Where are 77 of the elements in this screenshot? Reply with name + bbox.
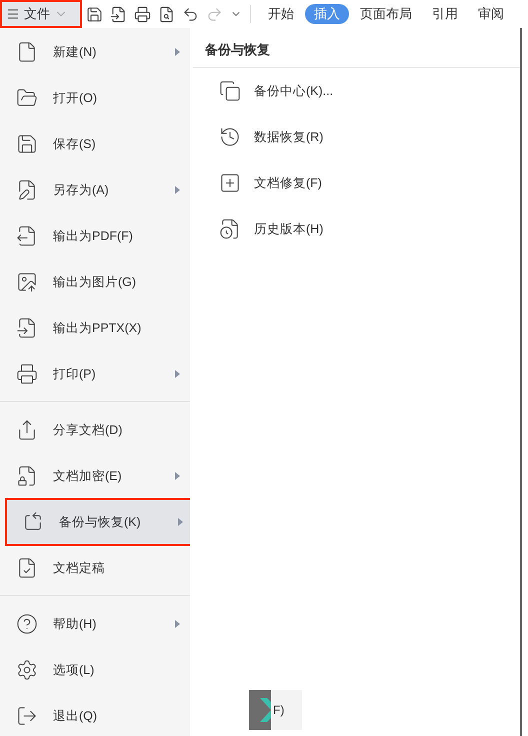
menu-item-label: 输出为PPTX(X) (53, 320, 142, 337)
menu-item[interactable]: 保存(S) (0, 121, 190, 167)
submenu-item[interactable]: 历史版本(H) (193, 206, 520, 252)
menu-item[interactable]: 打开(O) (0, 75, 190, 121)
submenu-item-label: 文档修复(F) (254, 174, 322, 192)
menu-item-label: 文档定稿 (53, 560, 106, 577)
menu-icon (6, 7, 20, 21)
background-text: F) (271, 690, 302, 730)
ribbon-tab[interactable]: 开始 (259, 4, 303, 24)
submenu-arrow-icon (175, 620, 180, 628)
save-icon (16, 133, 38, 155)
menu-item[interactable]: 输出为PPTX(X) (0, 305, 190, 351)
save-icon[interactable] (86, 6, 103, 22)
ribbon-tab[interactable]: 页面布局 (351, 4, 421, 24)
history-icon (219, 126, 241, 148)
ribbon-tab[interactable]: 审阅 (469, 4, 513, 24)
file-icon (16, 41, 38, 63)
menu-item[interactable]: 新建(N) (0, 29, 190, 75)
submenu-item-label: 数据恢复(R) (254, 128, 324, 146)
settings-icon (16, 659, 38, 681)
submenu-item[interactable]: 备份中心(K)... (193, 68, 520, 114)
submenu-arrow-icon (175, 48, 180, 56)
menu-item[interactable]: 输出为图片(G) (0, 259, 190, 305)
menu-item-label: 选项(L) (53, 662, 96, 679)
menu-item[interactable]: 打印(P) (0, 351, 190, 397)
export-icon[interactable] (110, 6, 127, 22)
menu-item[interactable]: 退出(Q) (0, 693, 190, 736)
submenu-title: 备份与恢复 (193, 33, 520, 68)
pdf-export-icon (16, 225, 38, 247)
menu-item[interactable]: 文档定稿 (0, 545, 190, 591)
submenu-arrow-icon (175, 370, 180, 378)
menu-item-label: 另存为(A) (53, 182, 110, 199)
menu-item-label: 备份与恢复(K) (59, 514, 142, 531)
menu-item[interactable]: 输出为PDF(F) (0, 213, 190, 259)
image-export-icon (16, 271, 38, 293)
file-lock-icon (16, 465, 38, 487)
backup-icon (219, 80, 241, 102)
folder-icon (16, 87, 38, 109)
help-icon (16, 613, 38, 635)
restore-icon (22, 511, 44, 533)
menu-item[interactable]: 文档加密(E) (0, 453, 190, 499)
submenu-item[interactable]: 文档修复(F) (193, 160, 520, 206)
repair-icon (219, 172, 241, 194)
ribbon-tab[interactable]: 引用 (423, 4, 467, 24)
menu-item-label: 文档加密(E) (53, 468, 123, 485)
share-icon (16, 419, 38, 441)
submenu-arrow-icon (178, 518, 183, 526)
submenu-item-label: 备份中心(K)... (254, 82, 334, 100)
menu-item[interactable]: 帮助(H) (0, 601, 190, 647)
menu-item-label: 保存(S) (53, 136, 97, 153)
file-export-icon (16, 317, 38, 339)
exit-icon (16, 705, 38, 727)
file-check-icon (16, 557, 38, 579)
menu-item-label: 打印(P) (53, 366, 97, 383)
submenu-item[interactable]: 数据恢复(R) (193, 114, 520, 160)
menu-item-label: 分享文档(D) (53, 422, 124, 439)
print-icon[interactable] (134, 6, 151, 22)
submenu-arrow-icon (175, 186, 180, 194)
menu-item[interactable]: 备份与恢复(K) (6, 499, 193, 545)
print-icon (16, 363, 38, 385)
menu-item-label: 输出为图片(G) (53, 274, 138, 291)
submenu-arrow-icon (175, 472, 180, 480)
file-clock-icon (219, 218, 241, 240)
submenu-item-label: 历史版本(H) (254, 220, 324, 238)
menu-item[interactable]: 选项(L) (0, 647, 190, 693)
menu-item-label: 打开(O) (53, 90, 98, 107)
menu-item[interactable]: 分享文档(D) (0, 407, 190, 453)
preview-icon[interactable] (158, 6, 175, 22)
file-pen-icon (16, 179, 38, 201)
file-menu-button[interactable]: 文件 (0, 0, 82, 28)
menu-item-label: 新建(N) (53, 44, 98, 61)
arrow-logo-icon (249, 690, 271, 730)
undo-icon[interactable] (182, 6, 199, 22)
menu-item[interactable]: 另存为(A) (0, 167, 190, 213)
menu-item-label: 输出为PDF(F) (53, 228, 134, 245)
menu-item-label: 帮助(H) (53, 616, 98, 633)
menu-item-label: 退出(Q) (53, 708, 98, 725)
